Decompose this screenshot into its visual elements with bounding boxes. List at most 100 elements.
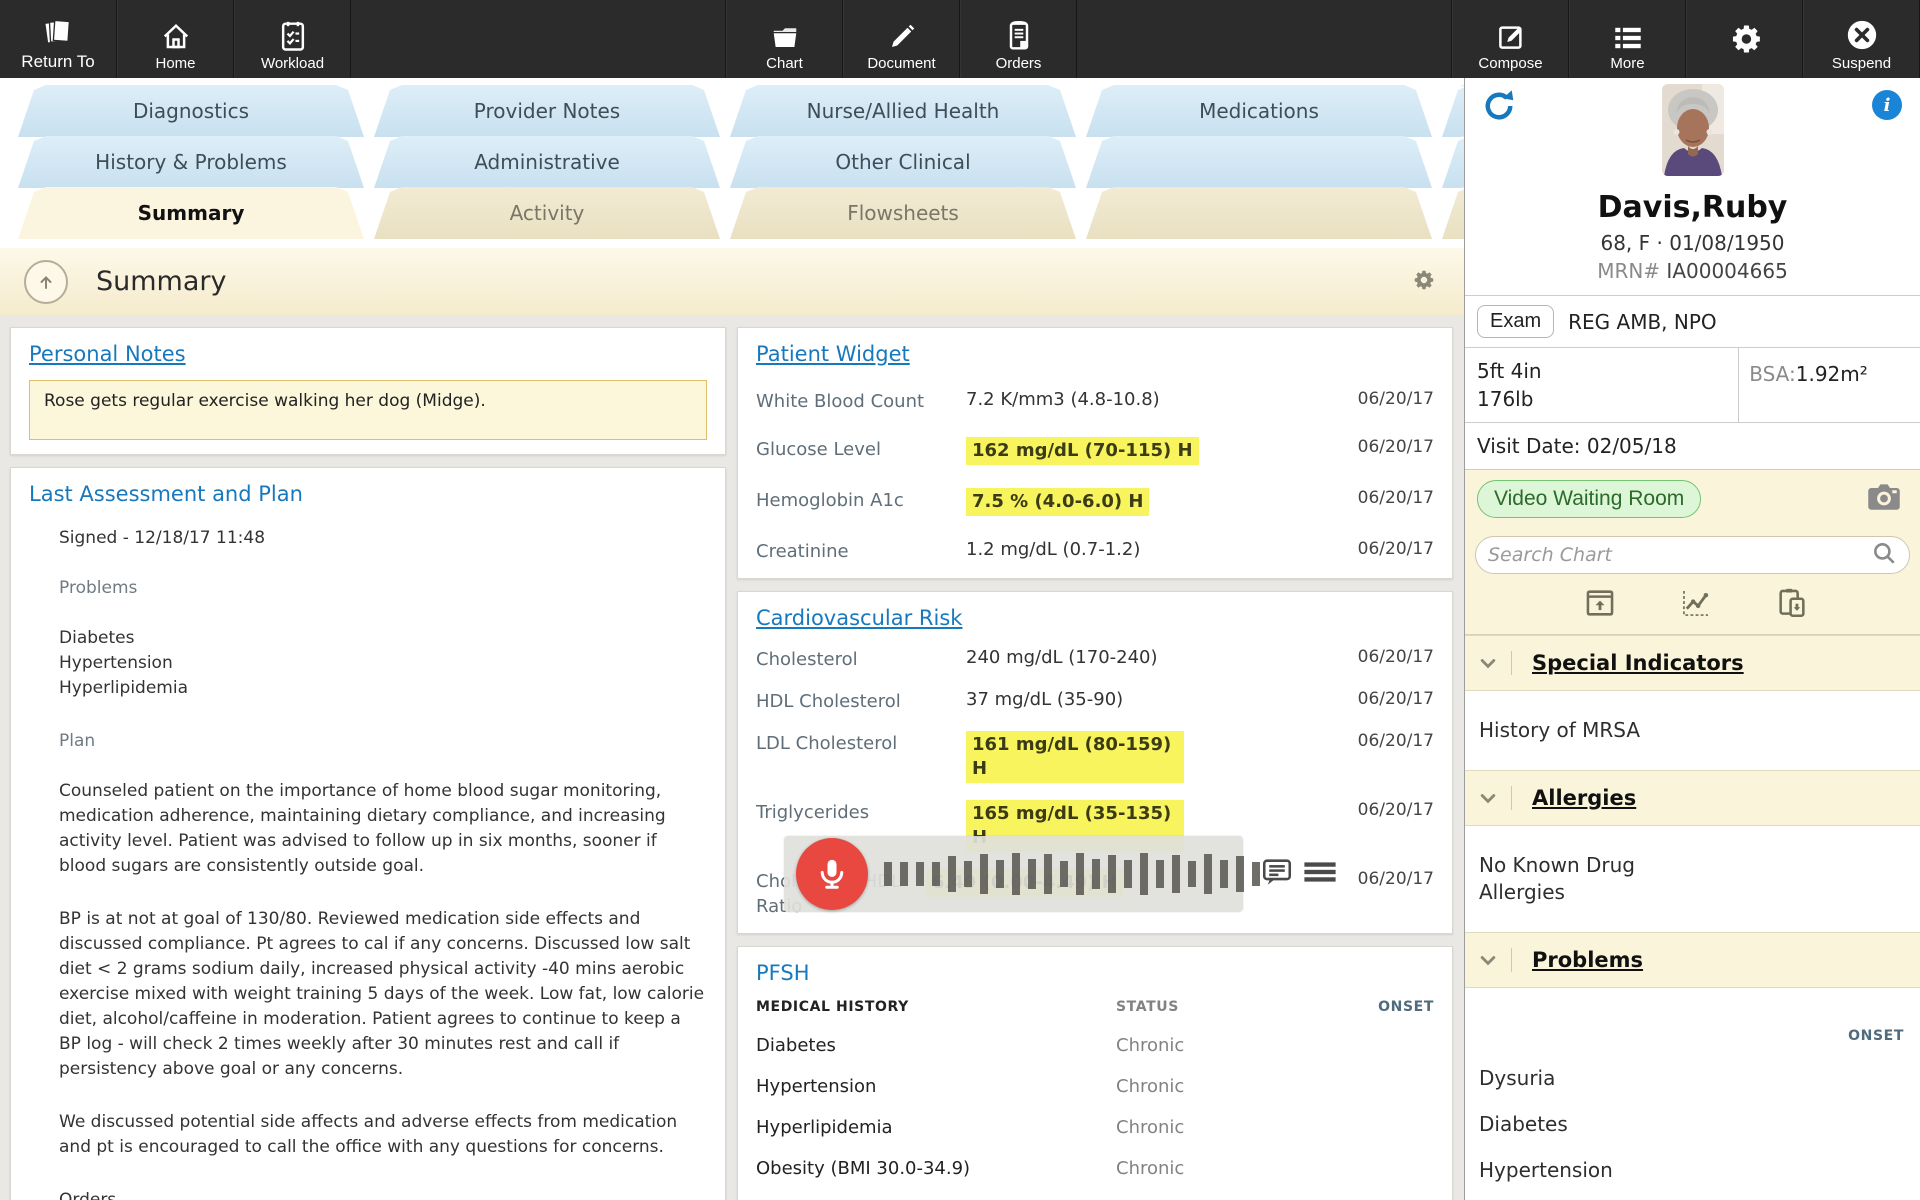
- mrn-value: IA00004665: [1666, 259, 1788, 283]
- signed-timestamp: Signed - 12/18/17 11:48: [59, 528, 266, 548]
- orders-pad-icon: [1006, 20, 1032, 52]
- chart-button[interactable]: Chart: [726, 0, 843, 78]
- toolbar-spacer: [351, 0, 726, 78]
- tab-summary[interactable]: Summary: [18, 187, 364, 239]
- special-indicator-item: History of MRSA: [1479, 718, 1641, 742]
- problem-item: Hypertension: [1479, 1158, 1613, 1182]
- clipboard-copy-icon[interactable]: [1775, 586, 1809, 624]
- ehr-app: Return To Home Workload Chart Document O…: [0, 0, 1920, 1200]
- pfsh-card: PFSH MEDICAL HISTORY STATUS ONSET Diabet…: [737, 946, 1453, 1200]
- patient-demographics: 68, F · 01/08/1950: [1600, 231, 1785, 255]
- recorder-actions: [1260, 855, 1338, 893]
- abnormal-value: 161 mg/dL (80-159) H: [966, 731, 1184, 783]
- personal-note-field[interactable]: Rose gets regular exercise walking her d…: [29, 380, 707, 440]
- more-button[interactable]: More: [1569, 0, 1686, 78]
- lab-row: Cholesterol 240 mg/dL (170-240) 06/20/17: [756, 647, 1434, 670]
- folder-icon: [769, 22, 801, 52]
- problems-title[interactable]: Problems: [1532, 948, 1643, 972]
- assessment-problems-list: Diabetes Hypertension Hyperlipidemia: [59, 626, 707, 701]
- pencil-icon: [887, 22, 917, 52]
- table-row: Obesity (BMI 30.0-34.9) Chronic: [756, 1158, 1185, 1179]
- lab-row: Hemoglobin A1c 7.5 % (4.0-6.0) H 06/20/1…: [756, 485, 1434, 516]
- tab-stub[interactable]: [1442, 136, 1464, 188]
- lab-row: White Blood Count 7.2 K/mm3 (4.8-10.8) 0…: [756, 389, 1434, 412]
- plan-paragraph: Counseled patient on the importance of h…: [59, 781, 666, 876]
- search-icon[interactable]: [1871, 540, 1897, 570]
- trend-graph-icon[interactable]: [1679, 586, 1713, 624]
- tab-medications[interactable]: Medications: [1086, 85, 1432, 137]
- summary-settings-gear-icon[interactable]: [1410, 267, 1436, 297]
- vitals-row: 5ft 4in 176lb BSA:1.92m²: [1465, 348, 1920, 423]
- table-row: Diabetes Chronic: [756, 1035, 1185, 1056]
- tab-other-clinical[interactable]: Other Clinical: [730, 136, 1076, 188]
- tab-history-problems[interactable]: History & Problems: [18, 136, 364, 188]
- exam-button[interactable]: Exam: [1477, 305, 1555, 338]
- tab-administrative[interactable]: Administrative: [374, 136, 720, 188]
- problems-list: Dysuria Diabetes Hypertension Hyperlipid…: [1465, 1066, 1920, 1200]
- left-column: Personal Notes Rose gets regular exercis…: [10, 327, 726, 1200]
- assessment-problem: Hyperlipidemia: [59, 678, 188, 698]
- orders-button[interactable]: Orders: [960, 0, 1077, 78]
- chevron-down-icon[interactable]: [1465, 950, 1511, 970]
- allergies-header: Allergies: [1465, 770, 1920, 826]
- visit-date: Visit Date: 02/05/18: [1465, 423, 1920, 470]
- abnormal-value: 7.5 % (4.0-6.0) H: [966, 488, 1150, 516]
- suspend-button[interactable]: Suspend: [1803, 0, 1920, 78]
- patient-sidebar: i Davis,Ruby 68, F · 01/08/1950 MRN# IA0…: [1464, 78, 1920, 1200]
- patient-height: 5ft 4in: [1477, 359, 1542, 383]
- patient-widget-link[interactable]: Patient Widget: [756, 342, 910, 366]
- problems-label: Problems: [59, 578, 138, 598]
- open-in-window-icon[interactable]: [1583, 586, 1617, 624]
- tab-blank[interactable]: [1086, 187, 1432, 239]
- recorder-menu-icon[interactable]: [1302, 857, 1338, 891]
- tab-provider-notes[interactable]: Provider Notes: [374, 85, 720, 137]
- collapse-up-button[interactable]: [24, 259, 68, 304]
- document-button[interactable]: Document: [843, 0, 960, 78]
- patient-name: Davis,Ruby: [1597, 190, 1788, 225]
- personal-notes-link[interactable]: Personal Notes: [29, 342, 186, 366]
- last-assessment-link[interactable]: Last Assessment and Plan: [29, 482, 303, 506]
- search-box: [1475, 536, 1910, 574]
- waveform: [884, 853, 1260, 895]
- tab-nurse-allied-health[interactable]: Nurse/Allied Health: [730, 85, 1076, 137]
- top-toolbar: Return To Home Workload Chart Document O…: [0, 0, 1920, 78]
- tab-flowsheets[interactable]: Flowsheets: [730, 187, 1076, 239]
- gear-icon: [1726, 20, 1764, 58]
- camera-icon[interactable]: [1866, 482, 1902, 516]
- toolbar-spacer: [1077, 0, 1452, 78]
- workload-button[interactable]: Workload: [234, 0, 351, 78]
- search-input[interactable]: [1488, 544, 1871, 566]
- info-icon[interactable]: i: [1872, 90, 1902, 120]
- plan-paragraph: BP is at not at goal of 130/80. Reviewed…: [59, 909, 705, 1079]
- exam-row: Exam REG AMB, NPO: [1465, 295, 1920, 348]
- return-to-button[interactable]: Return To: [0, 0, 117, 78]
- pfsh-link[interactable]: PFSH: [756, 961, 810, 985]
- transcript-bubble-icon[interactable]: [1260, 855, 1294, 893]
- microphone-record-button[interactable]: [796, 838, 868, 910]
- problems-header: Problems: [1465, 932, 1920, 988]
- tab-stub[interactable]: [1442, 187, 1464, 239]
- page-title: Summary: [96, 266, 227, 297]
- lab-row: Creatinine 1.2 mg/dL (0.7-1.2) 06/20/17: [756, 539, 1434, 562]
- home-button[interactable]: Home: [117, 0, 234, 78]
- summary-content: Personal Notes Rose gets regular exercis…: [0, 315, 1464, 1200]
- allergies-title[interactable]: Allergies: [1532, 786, 1636, 810]
- tab-stub[interactable]: [1442, 85, 1464, 137]
- chevron-down-icon[interactable]: [1465, 653, 1511, 673]
- cardiovascular-risk-link[interactable]: Cardiovascular Risk: [756, 606, 962, 630]
- settings-gear-button[interactable]: [1686, 0, 1803, 78]
- video-waiting-room-button[interactable]: Video Waiting Room: [1477, 480, 1702, 518]
- problem-item: Diabetes: [1479, 1112, 1568, 1136]
- compose-icon: [1496, 22, 1526, 52]
- tab-diagnostics[interactable]: Diagnostics: [18, 85, 364, 137]
- tab-activity[interactable]: Activity: [374, 187, 720, 239]
- tab-blank[interactable]: [1086, 136, 1432, 188]
- patient-photo[interactable]: [1661, 84, 1724, 176]
- chart-workspace: Diagnostics Provider Notes Nurse/Allied …: [0, 78, 1464, 1200]
- special-indicators-title[interactable]: Special Indicators: [1532, 651, 1744, 675]
- exam-status: REG AMB, NPO: [1568, 309, 1717, 334]
- chevron-down-icon[interactable]: [1465, 788, 1511, 808]
- refresh-icon[interactable]: [1481, 88, 1517, 128]
- onset-column-label: ONSET: [1848, 1028, 1904, 1044]
- compose-button[interactable]: Compose: [1452, 0, 1569, 78]
